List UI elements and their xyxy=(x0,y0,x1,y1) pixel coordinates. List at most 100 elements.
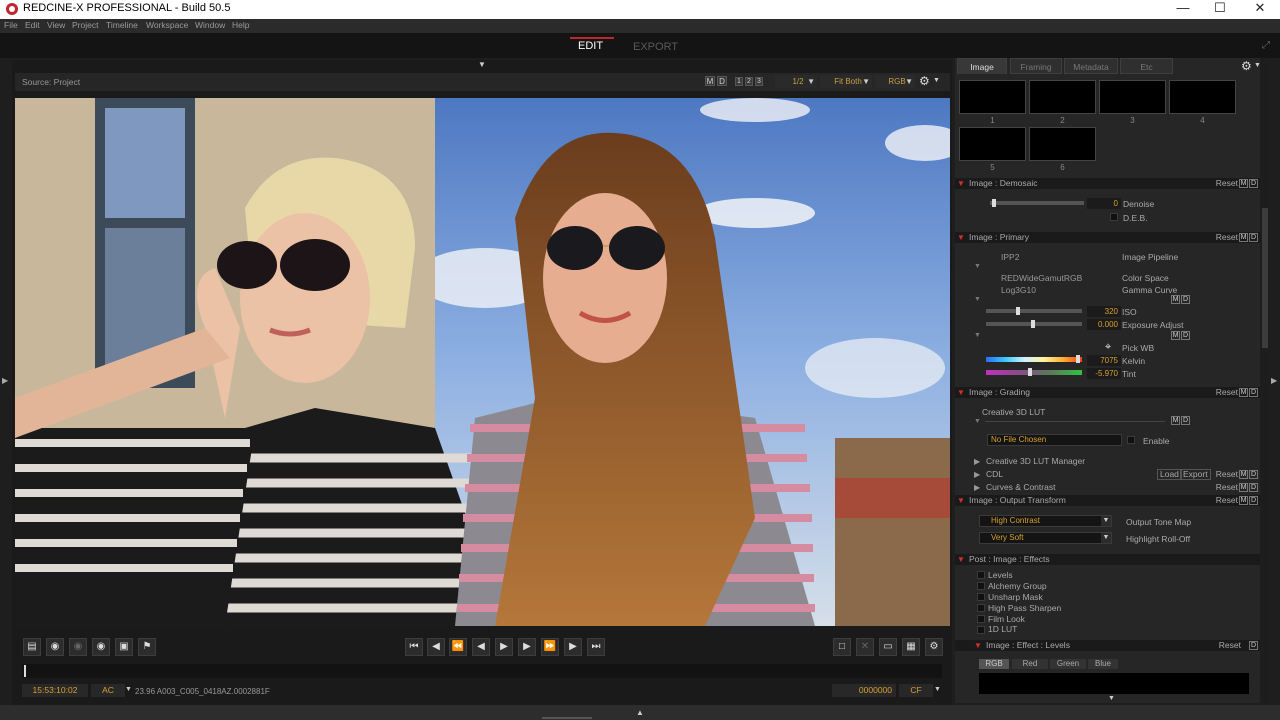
tab-edit[interactable]: EDIT xyxy=(578,40,603,52)
reset-button[interactable]: Reset xyxy=(1216,178,1238,189)
kelvin-slider[interactable] xyxy=(986,355,1082,363)
step-forward-icon[interactable]: ▶ xyxy=(518,638,536,656)
tint-value[interactable]: -5.970 xyxy=(1087,368,1121,379)
expand-icon[interactable]: ⤢ xyxy=(1262,40,1270,51)
lut-file-input[interactable]: No File Chosen xyxy=(987,434,1122,446)
d-button[interactable]: D xyxy=(1181,416,1190,425)
slider-knob[interactable] xyxy=(1028,368,1032,376)
next-clip-icon[interactable]: ▶ xyxy=(564,638,582,656)
load-button[interactable]: Load xyxy=(1157,469,1182,480)
effect-checkbox[interactable] xyxy=(977,615,985,623)
layout-1-button[interactable]: 1 xyxy=(735,77,743,86)
minimize-icon[interactable]: — xyxy=(1163,0,1203,19)
scrollbar-thumb[interactable] xyxy=(1262,208,1268,348)
m-button[interactable]: M xyxy=(1239,233,1248,242)
resolution-dropdown[interactable]: 1/2 ▼ xyxy=(775,75,817,88)
chevron-down-icon[interactable]: ▼ xyxy=(933,77,940,84)
snapshot-icon[interactable]: ◉ xyxy=(46,638,64,656)
rewind-icon[interactable]: ⏪ xyxy=(449,638,467,656)
menu-view[interactable]: View xyxy=(47,20,65,30)
tab-framing[interactable]: Framing xyxy=(1010,58,1062,74)
section-effects[interactable]: ▼ Post : Image : Effects xyxy=(955,554,1260,565)
slider-knob[interactable] xyxy=(1076,355,1080,363)
timecode-display[interactable]: 15:53:10:02 xyxy=(22,684,88,697)
grade-slot-3[interactable] xyxy=(1099,80,1166,114)
section-grading[interactable]: ▼ Image : Grading Reset M D xyxy=(955,387,1260,398)
chevron-down-icon[interactable]: ▼ xyxy=(974,263,981,270)
effect-checkbox[interactable] xyxy=(977,626,985,634)
section-curves[interactable]: ▶ Curves & Contrast Reset M D xyxy=(955,482,1260,493)
menu-timeline[interactable]: Timeline xyxy=(106,20,138,30)
effect-checkbox[interactable] xyxy=(977,571,985,579)
reset-button[interactable]: Reset xyxy=(1216,469,1238,480)
menu-help[interactable]: Help xyxy=(232,20,249,30)
collapse-left-icon[interactable]: ▶ xyxy=(2,376,8,385)
grade-slot-2[interactable] xyxy=(1029,80,1096,114)
collapse-right-icon[interactable]: ▶ xyxy=(1271,376,1277,385)
monitor-icon[interactable]: □ xyxy=(833,638,851,656)
d-button[interactable]: D xyxy=(717,76,727,86)
channel-dropdown[interactable]: RGB ▼ xyxy=(875,75,915,88)
tab-image[interactable]: Image xyxy=(957,58,1007,74)
collapse-top-icon[interactable]: ▼ xyxy=(478,60,486,69)
menu-window[interactable]: Window xyxy=(195,20,225,30)
fit-dropdown[interactable]: Fit Both ▼ xyxy=(820,75,872,88)
play-icon[interactable]: ▶ xyxy=(495,638,513,656)
slider-knob[interactable] xyxy=(992,199,996,207)
go-end-icon[interactable]: ⏭ xyxy=(587,638,605,656)
go-start-icon[interactable]: ⏮ xyxy=(405,638,423,656)
chevron-down-icon[interactable]: ▼ xyxy=(974,296,981,303)
expand-bottom-icon[interactable]: ▲ xyxy=(636,708,644,717)
reset-button[interactable]: Reset xyxy=(1216,232,1238,243)
section-levels[interactable]: ▼ Image : Effect : Levels Reset D xyxy=(955,640,1260,651)
m-button[interactable]: M xyxy=(1171,331,1180,340)
tab-metadata[interactable]: Metadata xyxy=(1064,58,1118,74)
d-button[interactable]: D xyxy=(1249,496,1258,505)
effect-checkbox[interactable] xyxy=(977,604,985,612)
d-button[interactable]: D xyxy=(1181,331,1190,340)
frame-counter[interactable]: 0000000 xyxy=(832,684,896,697)
menu-workspace[interactable]: Workspace xyxy=(146,20,188,30)
exposure-slider[interactable] xyxy=(986,320,1082,328)
r3d-snapshot-icon[interactable]: ◉ xyxy=(92,638,110,656)
frame-mode[interactable]: CF xyxy=(899,684,933,697)
effect-checkbox[interactable] xyxy=(977,582,985,590)
crosshair-icon[interactable]: ⌖ xyxy=(1105,341,1111,354)
pipeline-value[interactable]: IPP2 xyxy=(1001,252,1019,262)
colorspace-value[interactable]: REDWideGamutRGB xyxy=(1001,273,1082,283)
grade-slot-6[interactable] xyxy=(1029,127,1096,161)
section-lut-manager[interactable]: ▶ Creative 3D LUT Manager xyxy=(955,456,1260,467)
settings-overlay-icon[interactable]: ⚙ xyxy=(925,638,943,656)
fast-forward-icon[interactable]: ⏩ xyxy=(541,638,559,656)
m-button[interactable]: M xyxy=(1239,483,1248,492)
flag-icon[interactable]: ⚑ xyxy=(138,638,156,656)
gear-icon[interactable]: ⚙ xyxy=(919,74,930,88)
effect-checkbox[interactable] xyxy=(977,593,985,601)
d-button[interactable]: D xyxy=(1249,470,1258,479)
playhead[interactable] xyxy=(24,665,26,677)
mark-in-icon[interactable]: ▤ xyxy=(23,638,41,656)
channel-tab-red[interactable]: Red xyxy=(1012,659,1048,669)
tc-mode[interactable]: AC xyxy=(91,684,125,697)
reset-button[interactable]: Reset xyxy=(1219,640,1241,651)
timeline-scrubber[interactable] xyxy=(22,664,942,678)
tint-slider[interactable] xyxy=(986,368,1082,376)
panel-scrollbar[interactable] xyxy=(1261,58,1269,703)
section-demosaic[interactable]: ▼ Image : Demosaic Reset M D xyxy=(955,178,1260,189)
m-button[interactable]: M xyxy=(1171,295,1180,304)
channel-tab-rgb[interactable]: RGB xyxy=(979,659,1009,669)
channel-tab-green[interactable]: Green xyxy=(1050,659,1086,669)
safe-area-icon[interactable]: ▭ xyxy=(879,638,897,656)
reset-button[interactable]: Reset xyxy=(1216,482,1238,493)
m-button[interactable]: M xyxy=(1239,470,1248,479)
m-button[interactable]: M xyxy=(705,76,715,86)
layout-3-button[interactable]: 3 xyxy=(755,77,763,86)
d-button[interactable]: D xyxy=(1249,233,1258,242)
reset-button[interactable]: Reset xyxy=(1216,387,1238,398)
step-back-icon[interactable]: ◀ xyxy=(472,638,490,656)
pick-wb-label[interactable]: Pick WB xyxy=(1122,343,1154,353)
chevron-down-icon[interactable]: ▼ xyxy=(934,686,941,693)
menu-edit[interactable]: Edit xyxy=(25,20,40,30)
tone-map-dropdown[interactable]: High Contrast ▼ xyxy=(979,515,1112,527)
slider-knob[interactable] xyxy=(1031,320,1035,328)
